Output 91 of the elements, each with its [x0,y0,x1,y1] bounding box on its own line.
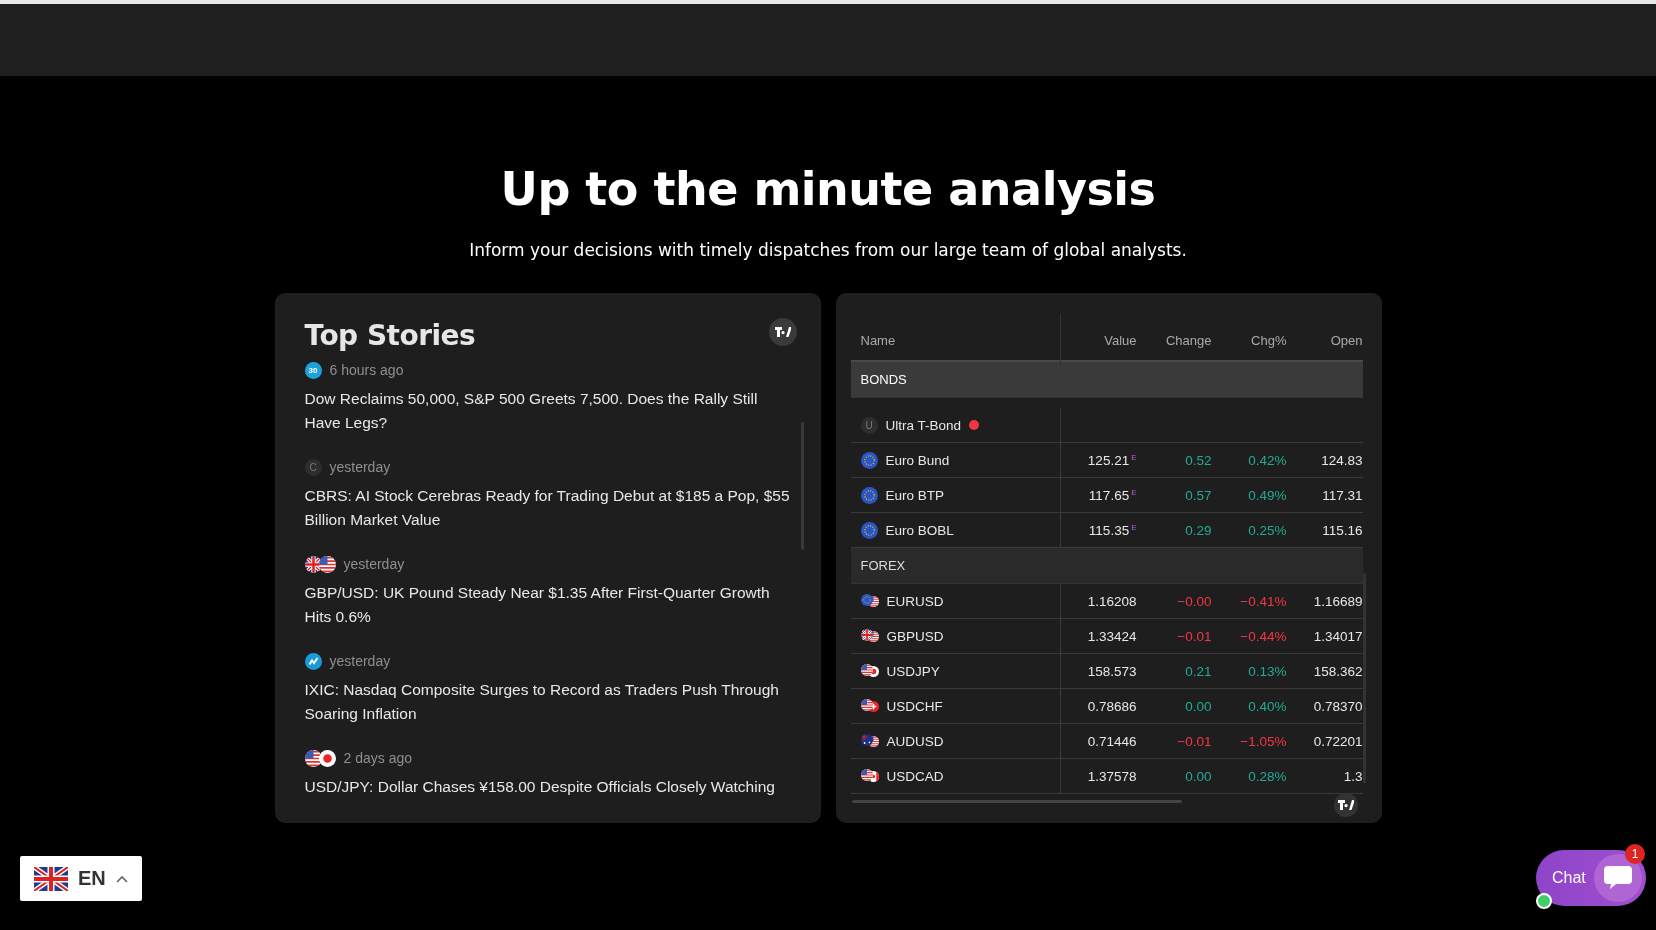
open-cell: 1.16689 [1313,594,1363,609]
column-header: Value [1103,332,1137,348]
symbol-name[interactable]: USDCHF [886,698,943,714]
flag-icon [860,521,878,539]
flag-icon [318,749,336,767]
value-cell: 1.16208 [1087,594,1137,609]
value-cell: 117.65$^{E}$ [1088,488,1137,503]
chart-icon [304,652,322,670]
flag-icon [860,451,878,469]
value-cell: 1.37578 [1087,769,1137,784]
symbol-name[interactable]: GBPUSD [886,628,944,644]
chat-bubble-icon [1603,865,1632,891]
column-header: Open [1329,332,1363,348]
change-cell: −0.00 [1177,594,1212,609]
change-cell: −0.01 [1177,734,1212,749]
value-cell: 115.35$^{E}$ [1088,523,1137,538]
change-percent-cell: 0.13% [1248,664,1287,679]
value-cell: 0.71446 [1087,734,1137,749]
group-header: FOREX [850,548,1363,584]
change-cell: 0.00 [1185,699,1212,714]
flag-icon [304,749,322,767]
source-badge: C [304,458,322,476]
logo-button[interactable] [768,318,797,346]
change-percent-cell: 0.49% [1248,488,1287,503]
story-time: yesterday [329,459,391,475]
flag-icon [860,698,873,711]
language-selector[interactable]: EN [20,856,142,901]
symbol-name[interactable]: Euro BOBL [885,522,954,538]
story-time: 6 hours ago [329,362,404,378]
change-cell: 0.21 [1185,664,1212,679]
value-cell: 125.21$^{E}$ [1087,453,1137,468]
open-cell: 1.34017 [1313,629,1363,644]
symbol-name[interactable]: Euro BTP [885,487,945,503]
symbol-name[interactable]: Euro Bund [885,452,950,468]
logo-icon [774,327,791,337]
flag-icon [860,628,873,641]
open-cell: 158.362 [1313,664,1363,679]
story-headline[interactable]: GBP/USD: UK Pound Steady Near $1.35 After First-Quarter Growth Hits 0.6% [304,581,791,629]
symbol-badge: U [860,416,878,434]
open-cell: 1.3 [1343,769,1363,784]
story-headline[interactable]: CBRS: AI Stock Cerebras Ready for Trading Debut at $185 a Pop, $55 Billion Market Value [304,484,791,532]
open-cell: 124.83 [1321,453,1363,468]
open-cell: 0.78370 [1313,699,1363,714]
symbol-name[interactable]: USDJPY [886,663,940,679]
value-cell: 1.33424 [1087,629,1137,644]
change-cell: 0.57 [1185,488,1212,503]
change-cell: 0.00 [1185,769,1212,784]
symbol-name[interactable]: USDCAD [886,768,944,784]
change-percent-cell: −0.41% [1240,594,1287,609]
caret-icon [115,874,128,883]
change-percent-cell: 0.25% [1248,523,1287,538]
logo-button[interactable] [1333,793,1358,817]
symbol-name[interactable]: AUDUSD [886,733,944,749]
story-headline[interactable]: USD/JPY: Dollar Chases ¥158.00 Despite Officials Closely Watching [304,775,791,799]
story-time: yesterday [329,653,391,669]
value-cell: 0.78686 [1087,699,1137,714]
change-cell: 0.29 [1185,523,1212,538]
symbol-name[interactable]: EURUSD [886,593,944,609]
change-cell: −0.01 [1177,629,1212,644]
card-title: Top Stories [304,319,476,352]
flag-icon [860,663,873,676]
flag-icon [34,866,68,891]
story-headline[interactable]: IXIC: Nasdaq Composite Surges to Record as Traders Push Through Soaring Inflation [304,678,791,726]
change-percent-cell: −0.44% [1240,629,1287,644]
change-percent-cell: 0.28% [1248,769,1287,784]
story-headline[interactable]: Dow Reclaims 50,000, S&P 500 Greets 7,500. Does the Rally Still Have Legs? [304,387,791,435]
story-time: 2 days ago [343,750,412,766]
column-header: Chg% [1250,332,1287,348]
scrollbar[interactable] [851,800,1182,803]
notification-badge: 1 [1625,844,1645,864]
symbol-name[interactable]: Ultra T-Bond [885,417,962,433]
column-header: Change [1164,332,1212,348]
change-percent-cell: 0.42% [1248,453,1287,468]
open-cell: 117.31 [1322,488,1363,503]
section-heading: Up to the minute analysis [500,162,1156,216]
value-cell: 158.573 [1087,664,1137,679]
section-subheading: Inform your decisions with timely dispatches from our large team of global analysts. [469,240,1187,260]
source-badge: 30 [304,361,322,379]
group-header: BONDS [850,360,1363,398]
story-time: yesterday [343,556,405,572]
open-cell: 115.16 [1322,523,1363,538]
flag-icon [860,733,873,746]
flag-icon [860,593,873,606]
logo-icon [1337,800,1354,810]
change-cell: 0.52 [1185,453,1212,468]
flag-icon [318,555,336,573]
change-percent-cell: −1.05% [1240,734,1287,749]
flag-icon [304,555,322,573]
change-percent-cell: 0.40% [1248,699,1287,714]
flag-icon [860,486,878,504]
open-cell: 0.72201 [1313,734,1363,749]
